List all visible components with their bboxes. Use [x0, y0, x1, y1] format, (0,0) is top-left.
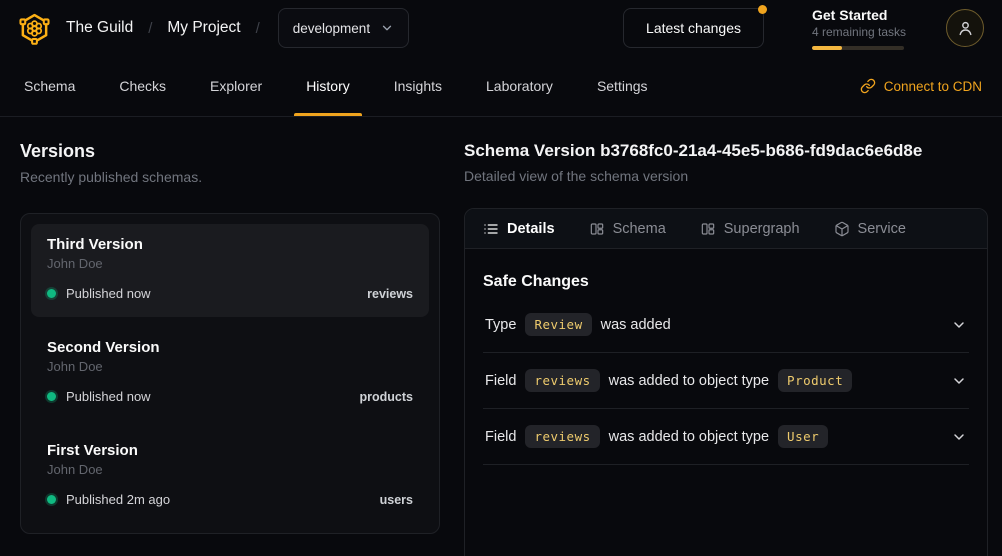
latest-changes-button[interactable]: Latest changes: [623, 8, 764, 48]
chevron-down-icon: [380, 21, 394, 35]
connect-to-cdn-link[interactable]: Connect to CDN: [860, 56, 982, 116]
breadcrumb-separator: /: [148, 20, 152, 37]
version-meta: Published now reviews: [47, 286, 413, 301]
tab-schema[interactable]: Schema: [20, 56, 79, 116]
change-row[interactable]: Type Review was added: [483, 297, 969, 353]
change-row[interactable]: Field reviews was added to object type P…: [483, 353, 969, 409]
versions-title: Versions: [20, 141, 440, 162]
version-status: Published now: [66, 389, 151, 404]
user-avatar-button[interactable]: [946, 9, 984, 47]
schema-version-subtitle: Detailed view of the schema version: [464, 168, 988, 184]
change-prefix: Field: [485, 429, 516, 445]
version-service: reviews: [367, 287, 413, 301]
detail-tab-service[interactable]: Service: [834, 221, 906, 237]
safe-changes-title: Safe Changes: [483, 273, 969, 291]
detail-tab-label: Supergraph: [724, 221, 800, 237]
version-author: John Doe: [47, 359, 413, 374]
get-started-subtitle: 4 remaining tasks: [812, 25, 904, 39]
detail-tab-schema[interactable]: Schema: [589, 221, 666, 237]
change-code-badge: reviews: [525, 369, 599, 392]
versions-list: Third Version John Doe Published now rev…: [20, 213, 440, 534]
top-header: The Guild / My Project / development Lat…: [0, 0, 1002, 56]
detail-tab-supergraph[interactable]: Supergraph: [700, 221, 800, 237]
get-started-progressbar: [812, 46, 904, 50]
target-selector-value: development: [293, 21, 370, 36]
tab-explorer[interactable]: Explorer: [206, 56, 266, 116]
published-status-icon: [47, 289, 56, 298]
versions-subtitle: Recently published schemas.: [20, 169, 440, 185]
detail-tab-details[interactable]: Details: [483, 221, 555, 237]
get-started-widget[interactable]: Get Started 4 remaining tasks: [812, 7, 904, 50]
version-author: John Doe: [47, 462, 413, 477]
project-nav: Schema Checks Explorer History Insights …: [0, 56, 1002, 117]
breadcrumb-org[interactable]: The Guild: [66, 19, 133, 37]
target-selector-dropdown[interactable]: development: [278, 8, 409, 48]
tab-laboratory[interactable]: Laboratory: [482, 56, 557, 116]
version-service: products: [360, 390, 413, 404]
detail-tab-label: Service: [858, 221, 906, 237]
link-icon: [860, 78, 876, 94]
notification-dot: [758, 5, 767, 14]
change-type-badge: Product: [778, 369, 852, 392]
version-status: Published now: [66, 286, 151, 301]
main-content: Versions Recently published schemas. Thi…: [0, 117, 1002, 556]
expand-chevron-icon[interactable]: [951, 429, 967, 445]
columns-icon: [700, 221, 716, 237]
list-icon: [483, 221, 499, 237]
version-name: Third Version: [47, 236, 413, 253]
change-code-badge: reviews: [525, 425, 599, 448]
change-middle: was added: [601, 317, 671, 333]
change-middle: was added to object type: [609, 429, 769, 445]
change-row[interactable]: Field reviews was added to object type U…: [483, 409, 969, 465]
change-type-badge: User: [778, 425, 828, 448]
change-prefix: Field: [485, 373, 516, 389]
get-started-title: Get Started: [812, 7, 904, 23]
latest-changes-label: Latest changes: [646, 20, 741, 36]
version-meta: Published 2m ago users: [47, 492, 413, 507]
connect-to-cdn-label: Connect to CDN: [884, 79, 982, 94]
version-item-third[interactable]: Third Version John Doe Published now rev…: [31, 224, 429, 317]
published-status-icon: [47, 495, 56, 504]
version-name: First Version: [47, 442, 413, 459]
breadcrumb-project[interactable]: My Project: [167, 19, 240, 37]
tab-history[interactable]: History: [302, 56, 354, 116]
change-prefix: Type: [485, 317, 516, 333]
versions-column: Versions Recently published schemas. Thi…: [20, 141, 440, 556]
version-item-first[interactable]: First Version John Doe Published 2m ago …: [31, 430, 429, 523]
version-name: Second Version: [47, 339, 413, 356]
tab-checks[interactable]: Checks: [115, 56, 170, 116]
user-icon: [956, 19, 975, 38]
schema-version-title: Schema Version b3768fc0-21a4-45e5-b686-f…: [464, 141, 988, 161]
cube-icon: [834, 221, 850, 237]
version-status: Published 2m ago: [66, 492, 170, 507]
tab-settings[interactable]: Settings: [593, 56, 652, 116]
detail-tab-label: Schema: [613, 221, 666, 237]
get-started-progress-fill: [812, 46, 842, 50]
schema-version-detail-card: Details Schema Supergraph: [464, 208, 988, 556]
version-service: users: [380, 493, 413, 507]
guild-logo-icon[interactable]: [18, 12, 51, 45]
detail-tab-label: Details: [507, 221, 555, 237]
expand-chevron-icon[interactable]: [951, 317, 967, 333]
change-middle: was added to object type: [609, 373, 769, 389]
published-status-icon: [47, 392, 56, 401]
detail-tabs: Details Schema Supergraph: [465, 209, 987, 249]
change-code-badge: Review: [525, 313, 591, 336]
detail-body: Safe Changes Type Review was added Field…: [465, 249, 987, 465]
version-author: John Doe: [47, 256, 413, 271]
tab-insights[interactable]: Insights: [390, 56, 446, 116]
nav-tabs: Schema Checks Explorer History Insights …: [20, 56, 652, 116]
schema-version-column: Schema Version b3768fc0-21a4-45e5-b686-f…: [464, 141, 988, 556]
version-item-second[interactable]: Second Version John Doe Published now pr…: [31, 327, 429, 420]
version-meta: Published now products: [47, 389, 413, 404]
expand-chevron-icon[interactable]: [951, 373, 967, 389]
columns-icon: [589, 221, 605, 237]
breadcrumb-separator: /: [256, 20, 260, 37]
